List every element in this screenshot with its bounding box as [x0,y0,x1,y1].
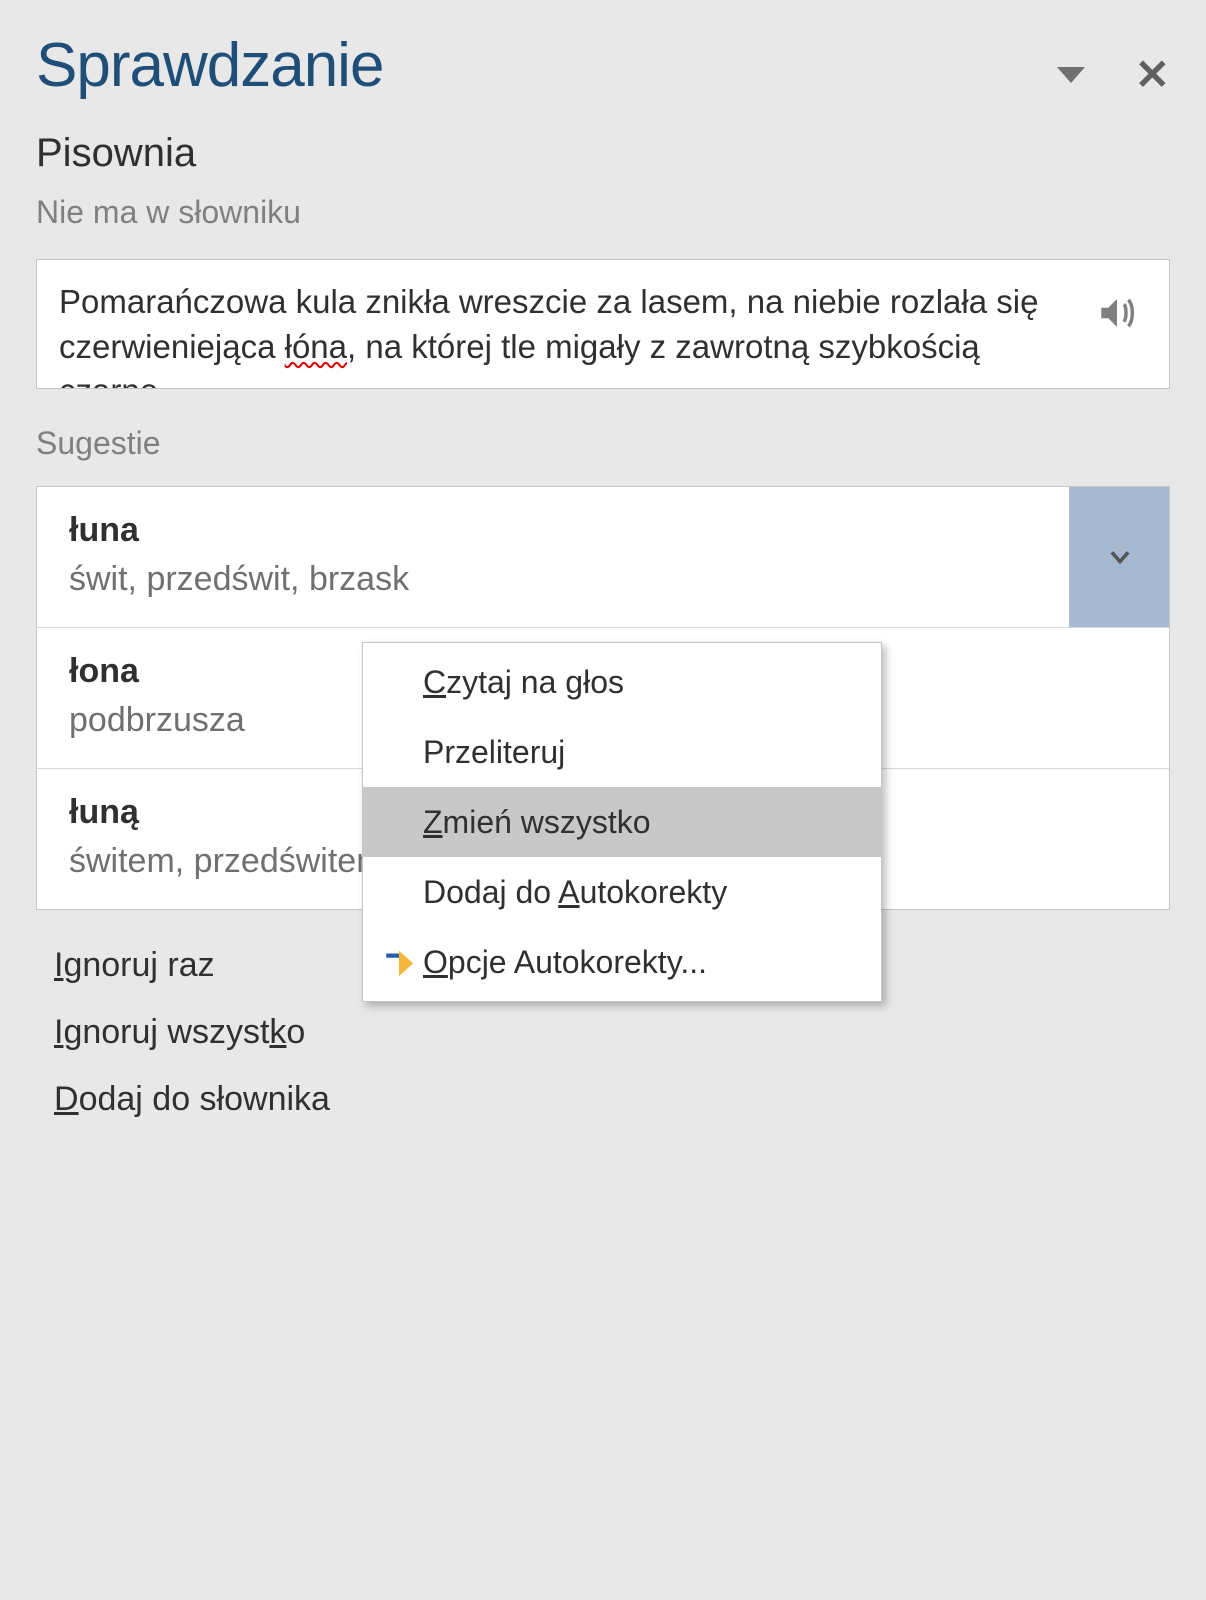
add-to-dictionary-link[interactable]: Dodaj do słownika [54,1080,1170,1119]
ignore-all-link[interactable]: Ignoruj wszystko [54,1013,1170,1052]
menu-spell-out[interactable]: Przeliteruj [363,717,881,787]
pane-header: Sprawdzanie ✕ [36,30,1170,101]
suggestion-item[interactable]: łuna świt, przedświt, brzask [37,487,1169,627]
not-in-dictionary-label: Nie ma w słowniku [36,194,1170,231]
error-word: łóna [285,328,347,365]
read-aloud-button[interactable] [1087,280,1147,334]
context-sentence-box: Pomarańczowa kula znikła wreszcie za las… [36,259,1170,389]
menu-change-all[interactable]: Zmień wszystko [363,787,881,857]
suggestions-container: łuna świt, przedświt, brzask łona podbrz… [36,486,1170,910]
context-sentence-text[interactable]: Pomarańczowa kula znikła wreszcie za las… [59,280,1087,389]
section-title: Pisownia [36,131,1170,176]
pane-title: Sprawdzanie [36,30,383,101]
spelling-pane: Sprawdzanie ✕ Pisownia Nie ma w słowniku… [0,0,1206,1177]
suggestion-body: łuna świt, przedświt, brzask [37,487,1069,627]
pane-controls: ✕ [1057,50,1170,99]
menu-read-aloud[interactable]: Czytaj na głos [363,647,881,717]
autocorrect-icon [375,945,423,979]
suggestion-synonyms: świt, przedświt, brzask [69,560,1041,599]
chevron-down-icon [1106,543,1134,571]
suggestion-context-menu: Czytaj na głos Przeliteruj Zmień wszystk… [362,642,882,1002]
menu-autocorrect-options[interactable]: Opcje Autokorekty... [363,927,881,997]
close-icon[interactable]: ✕ [1135,50,1170,99]
suggestion-dropdown-button[interactable] [1069,487,1169,627]
suggestions-label: Sugestie [36,425,1170,462]
suggestion-word: łuna [69,511,1041,550]
speaker-icon [1096,292,1138,334]
pane-options-dropdown-icon[interactable] [1057,67,1085,83]
menu-add-autocorrect[interactable]: Dodaj do Autokorekty [363,857,881,927]
